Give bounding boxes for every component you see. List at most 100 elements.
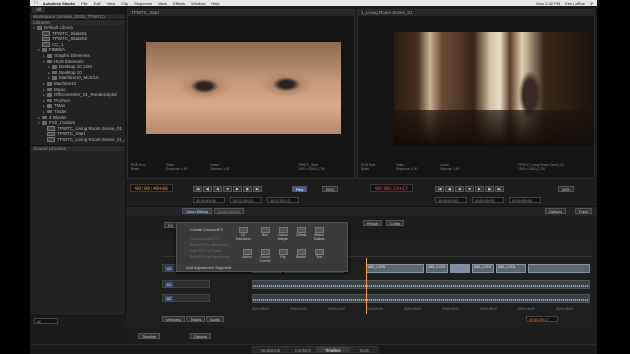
source-prev-mark-button[interactable]: |◀	[193, 186, 202, 192]
user-name[interactable]: Ken LaRue	[565, 1, 585, 6]
menu-edit[interactable]: Edit	[94, 1, 101, 6]
library-filter-field[interactable]: All	[34, 317, 58, 324]
fx-text-button[interactable]: Text	[311, 249, 327, 265]
tab-tools[interactable]: Tools	[350, 346, 378, 353]
shared-libraries-header[interactable]: Shared Libraries	[30, 145, 125, 152]
tab-conform[interactable]: Conform	[286, 346, 321, 353]
add-adjustment-segment-item[interactable]: Add Adjustment Segment	[186, 265, 231, 270]
record-meta-mid: Video Exposure: 0.00	[396, 163, 418, 171]
timeline-clip[interactable]: ABB_CXEN	[426, 264, 448, 273]
versions-button[interactable]: Versions	[162, 316, 185, 322]
tab-timeline[interactable]: Timeline	[316, 346, 350, 353]
record-zoom[interactable]: 40%	[558, 186, 574, 192]
folder-icon	[52, 65, 57, 69]
source-zoom[interactable]: 20%	[322, 186, 338, 192]
menu-effects[interactable]: Effects	[173, 1, 185, 6]
source-stop-button[interactable]: ■	[223, 186, 232, 192]
record-next-mark-button[interactable]: ▶|	[495, 186, 504, 192]
fx-button[interactable]: FX	[164, 222, 177, 228]
result-button[interactable]: Result	[363, 220, 382, 226]
menu-help[interactable]: Help	[211, 1, 219, 6]
options-button[interactable]: Options	[545, 208, 567, 214]
fx-action-button[interactable]: Action	[239, 249, 255, 265]
library-footer: All	[30, 315, 126, 324]
fx-colour-correct-button[interactable]: Colour Correct	[257, 249, 273, 265]
folder-icon	[47, 54, 52, 58]
folder-icon	[52, 76, 57, 80]
ruler-label: 00:00:10:00	[290, 307, 307, 311]
source-out-field[interactable]: 00:12:33+13	[230, 197, 262, 203]
fx-2d-transform-button[interactable]: 2D Transform	[235, 227, 251, 243]
timeline-clip[interactable]	[528, 264, 590, 273]
comp-button[interactable]: Comp	[386, 220, 405, 226]
library-bottom-controls	[30, 326, 126, 344]
source-play-reverse-button[interactable]: ◀	[213, 186, 222, 192]
audio-button[interactable]: Audio	[206, 316, 224, 322]
fx-cmask-button[interactable]: CMask	[293, 227, 309, 243]
fx-flip-button[interactable]: Flip	[275, 249, 291, 265]
track-header-a1[interactable]: A1	[162, 280, 210, 288]
bottom-tab-bar: MediaHub Conform Timeline Tools	[30, 344, 597, 354]
timeline-clip[interactable]: ABB_CXEN	[472, 264, 494, 273]
folder-icon	[52, 70, 57, 75]
source-play-mode[interactable]: Play	[292, 186, 308, 192]
record-play-button[interactable]: ▶	[475, 186, 484, 192]
record-stop-button[interactable]: ■	[465, 186, 474, 192]
ruler-label: 00:00:30:00	[442, 307, 459, 311]
app-window:  Autodesk Smoke File Edit View Clip Seq…	[30, 0, 597, 354]
record-timecode[interactable]: 00:00:23+17	[370, 184, 414, 192]
library-item-label: FIBBSA	[49, 47, 66, 53]
clip-thumbnail-icon	[47, 137, 55, 142]
create-batch-fx-item: Create Batch FX	[190, 236, 220, 241]
source-duration-field[interactable]: 00:12:33+13	[267, 197, 299, 203]
source-in-field[interactable]: 00:00:40+06	[193, 197, 225, 203]
record-step-forward-button[interactable]: |▶	[485, 186, 494, 192]
audio-track-a1[interactable]	[252, 280, 590, 289]
menu-file[interactable]: File	[81, 1, 87, 6]
timeline-clip[interactable]	[450, 264, 470, 273]
menu-clip[interactable]: Clip	[121, 1, 128, 6]
menu-view[interactable]: View	[107, 1, 116, 6]
source-next-mark-button[interactable]: ▶|	[253, 186, 262, 192]
record-in-field[interactable]: 00:00:00+00	[435, 197, 467, 203]
record-out-field[interactable]: 00:00:00+00	[472, 197, 504, 203]
sequence-options-button[interactable]: Options	[190, 333, 212, 339]
audio-track-a2[interactable]	[252, 294, 590, 303]
record-duration-field[interactable]: 00:00:00+00	[509, 197, 541, 203]
record-viewer-title: 1_Living Room Scene_01	[358, 10, 594, 16]
menu-window[interactable]: Window	[191, 1, 205, 6]
tracks-button[interactable]: Tracks	[186, 316, 206, 322]
timeline-timecode[interactable]: 00:00:23+17	[526, 316, 558, 322]
app-menu[interactable]: Autodesk Smoke	[43, 1, 75, 6]
source-viewer-image[interactable]	[146, 42, 341, 134]
library-tab-all[interactable]: All	[32, 7, 46, 13]
playhead[interactable]	[366, 258, 367, 314]
fund-button[interactable]: Fund	[575, 208, 592, 214]
fx-resize-button[interactable]: Resize	[293, 249, 309, 265]
source-step-forward-button[interactable]: |▶	[243, 186, 252, 192]
record-play-reverse-button[interactable]: ◀	[455, 186, 464, 192]
source-step-back-button[interactable]: ◀|	[203, 186, 212, 192]
menu-mark[interactable]: Mark	[158, 1, 167, 6]
record-prev-mark-button[interactable]: |◀	[435, 186, 444, 192]
tab-mediahub[interactable]: MediaHub	[252, 346, 290, 353]
library-item-label: TPWTC_Skate02	[52, 36, 88, 42]
library-item[interactable]: TPWTC_Living Room Scene_01_source	[30, 137, 125, 143]
menu-sequence[interactable]: Sequence	[134, 1, 152, 6]
source-timecode[interactable]: 00:00:40+06	[130, 184, 174, 192]
fx-stereo-toolbox-button[interactable]: Stereo Toolbox	[311, 227, 327, 243]
create-connectfx-item[interactable]: Create ConnectFX	[190, 227, 223, 232]
fx-colour-warper-button[interactable]: Colour Warper	[275, 227, 291, 243]
source-meta-right: TPWTC_Start 1920 x 1080 (1.78)	[298, 163, 325, 171]
fx-blur-button[interactable]: Blur	[257, 227, 273, 243]
record-step-back-button[interactable]: ◀|	[445, 186, 454, 192]
sequence-timeline-button[interactable]: Timeline	[138, 333, 161, 339]
search-icon[interactable]: ⚲	[590, 1, 593, 6]
folder-icon	[47, 87, 52, 92]
source-play-button[interactable]: ▶	[233, 186, 242, 192]
timeline-clip[interactable]: ABB_CXEN	[496, 264, 526, 273]
timeline-clip[interactable]: ABB_CXEN	[366, 264, 424, 273]
tab-video-effects[interactable]: Video Effects	[182, 208, 213, 214]
track-header-a2[interactable]: A2	[162, 294, 210, 302]
tab-audio-effects[interactable]: Audio Effects	[214, 208, 245, 214]
